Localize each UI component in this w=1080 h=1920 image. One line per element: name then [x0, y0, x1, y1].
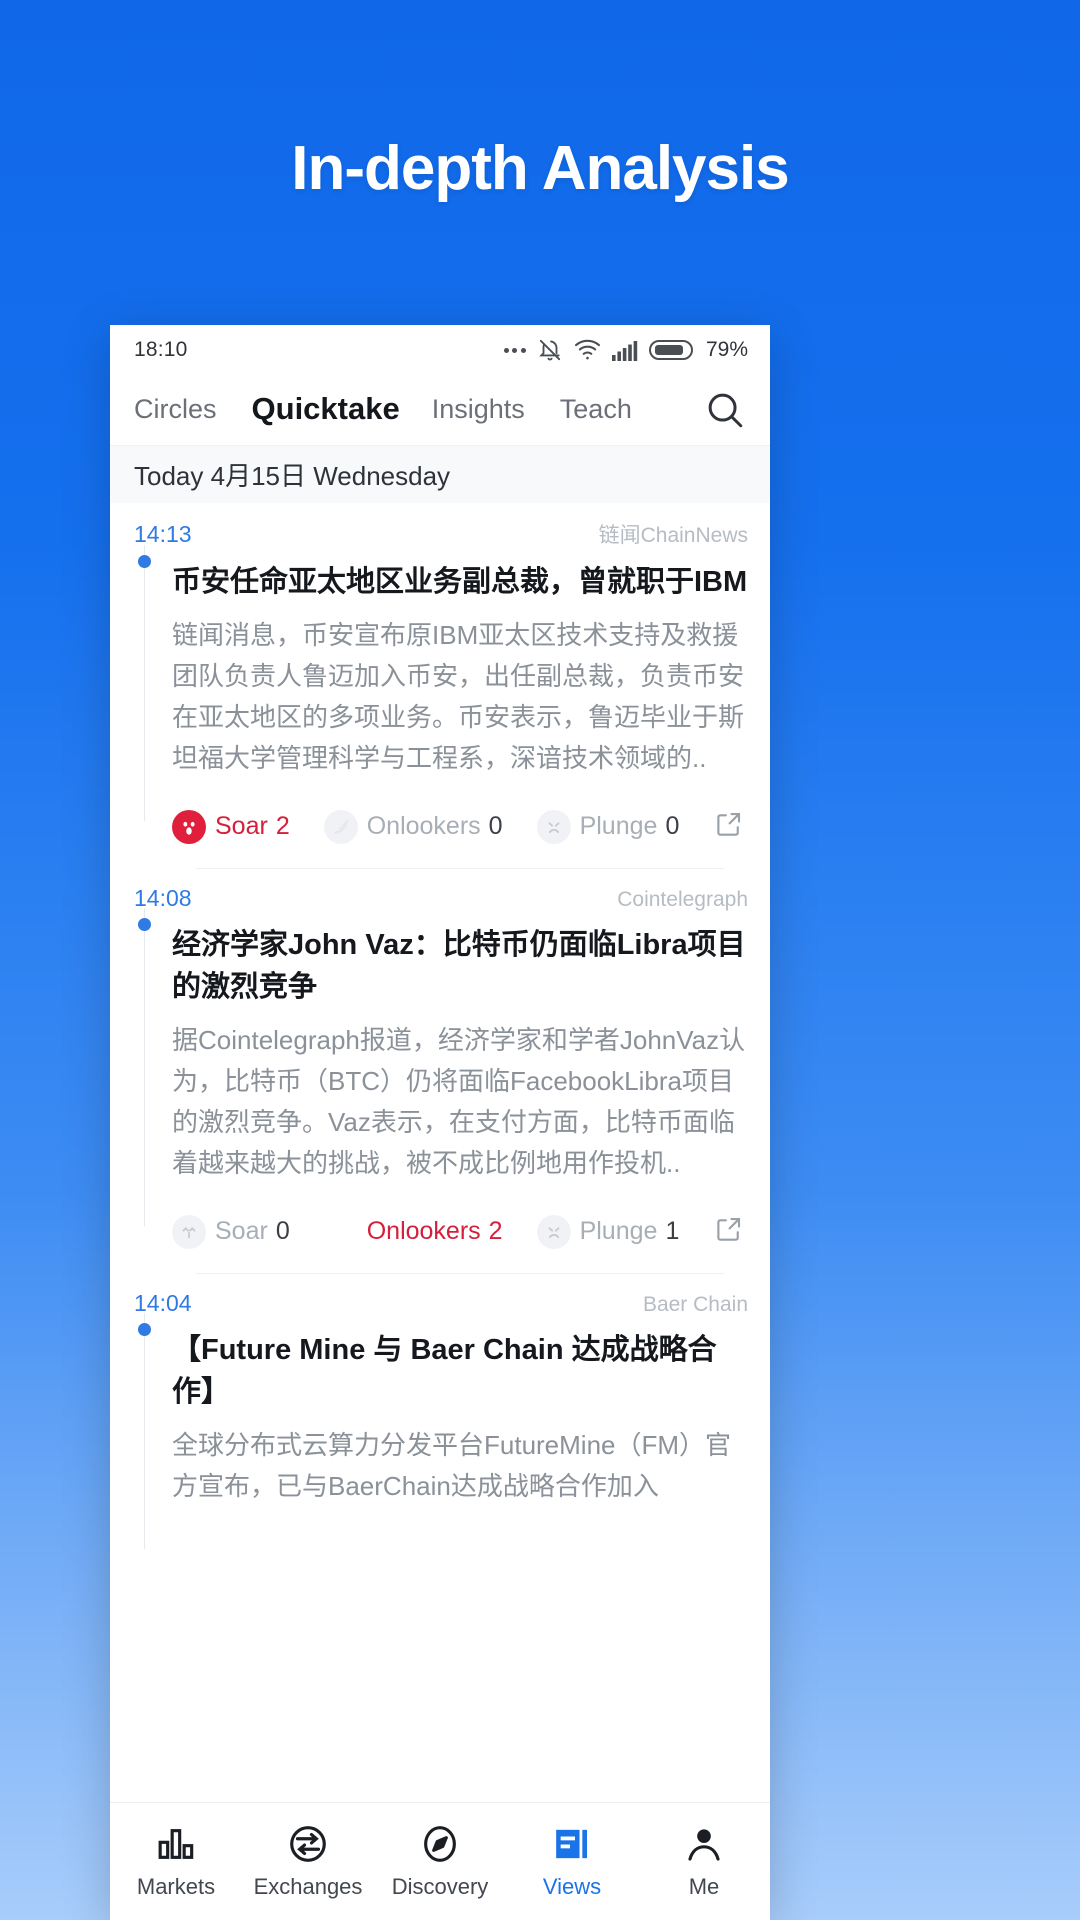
plunge-count: 0 — [665, 812, 680, 840]
reaction-soar[interactable]: Soar 0 — [172, 1214, 290, 1249]
plunge-face-icon — [536, 1214, 571, 1249]
reaction-onlookers[interactable]: Onlookers 2 — [324, 1215, 503, 1249]
soar-face-icon — [172, 809, 206, 844]
timeline-dot-icon — [138, 1323, 151, 1336]
news-item-header: 14:13 链闻ChainNews — [134, 503, 748, 549]
news-time: 14:13 — [134, 521, 192, 547]
share-icon[interactable] — [714, 1214, 748, 1249]
news-summary: 据Cointelegraph报道，经济学家和学者JohnVaz认为，比特币（BT… — [172, 1025, 746, 1178]
plunge-label: Plunge — [579, 812, 658, 840]
news-summary: 链闻消息，币安宣布原IBM亚太区技术支持及救援团队负责人鲁迈加入币安，出任副总裁… — [172, 620, 745, 773]
news-item-body: 【Future Mine 与 Baer Chain 达成战略合作】 全球分布式云… — [134, 1313, 748, 1549]
news-source: Cointelegraph — [617, 888, 748, 911]
reaction-bar: Soar 2 Onlookers 0 Plunge 0 — [134, 787, 748, 844]
watermelon-icon — [323, 809, 358, 844]
article-icon — [552, 1823, 592, 1865]
nav-item-me[interactable]: Me — [638, 1823, 770, 1900]
news-item[interactable]: 14:13 链闻ChainNews 币安任命亚太地区业务副总裁，曾就职于IBM … — [110, 503, 770, 869]
tab-quicktake[interactable]: Quicktake — [252, 391, 400, 429]
timeline-line — [144, 1313, 145, 1549]
news-item[interactable]: 14:04 Baer Chain 【Future Mine 与 Baer Cha… — [110, 1274, 770, 1549]
promo-headline: In-depth Analysis — [291, 134, 789, 203]
news-source: 链闻ChainNews — [598, 524, 748, 547]
timeline-line — [144, 545, 145, 821]
news-title[interactable]: 【Future Mine 与 Baer Chain 达成战略合作】 — [172, 1317, 748, 1413]
nav-item-discovery[interactable]: Discovery — [374, 1823, 506, 1900]
news-time: 14:08 — [134, 885, 192, 911]
bar-chart-icon — [156, 1823, 196, 1865]
nav-label-views: Views — [542, 1874, 602, 1899]
date-header-text: Today 4月15日 Wednesday — [134, 461, 451, 491]
status-bar: 18:10 79% — [110, 325, 770, 375]
news-feed: 14:13 链闻ChainNews 币安任命亚太地区业务副总裁，曾就职于IBM … — [110, 503, 770, 1549]
nav-item-exchanges[interactable]: Exchanges — [242, 1823, 374, 1900]
timeline-dot-icon — [138, 918, 151, 931]
nav-label-exchanges: Exchanges — [253, 1874, 363, 1899]
soar-count: 0 — [275, 1217, 290, 1245]
onlookers-label: Onlookers — [366, 1217, 481, 1245]
date-header: Today 4月15日 Wednesday — [110, 445, 770, 503]
news-title[interactable]: 经济学家John Vaz：比特币仍面临Libra项目的激烈竞争 — [172, 912, 748, 1008]
onlookers-label: Onlookers — [366, 812, 481, 840]
nav-label-me: Me — [688, 1874, 720, 1899]
nav-label-markets: Markets — [136, 1874, 216, 1899]
signal-bars-icon — [611, 339, 638, 361]
tab-circles[interactable]: Circles — [134, 394, 217, 427]
nav-item-views[interactable]: Views — [506, 1823, 638, 1900]
plunge-face-icon — [536, 809, 571, 844]
bottom-navigation: Markets Exchanges Discovery Views Me — [110, 1802, 770, 1920]
soar-label: Soar — [215, 812, 268, 840]
bell-muted-icon — [537, 337, 563, 363]
news-item-body: 币安任命亚太地区业务副总裁，曾就职于IBM 链闻消息，币安宣布原IBM亚太区技术… — [134, 545, 748, 821]
share-icon[interactable] — [714, 809, 748, 844]
timeline-dot-icon — [138, 555, 151, 568]
news-item-header: 14:08 Cointelegraph — [134, 869, 748, 912]
soar-count: 2 — [275, 812, 290, 840]
status-icons: 79% — [503, 337, 748, 363]
reaction-soar[interactable]: Soar 2 — [172, 809, 290, 844]
news-source: Baer Chain — [642, 1293, 748, 1316]
soar-label: Soar — [215, 1217, 268, 1245]
reaction-plunge[interactable]: Plunge 0 — [536, 809, 680, 844]
reaction-bar: Soar 0 Onlookers 2 Plunge 1 — [134, 1192, 748, 1249]
tab-teach[interactable]: Teach — [560, 394, 632, 427]
news-item[interactable]: 14:08 Cointelegraph 经济学家John Vaz：比特币仍面临L… — [110, 869, 770, 1274]
news-time: 14:04 — [134, 1290, 192, 1316]
onlookers-count: 2 — [488, 1217, 503, 1245]
plunge-count: 1 — [665, 1217, 680, 1245]
news-item-body: 经济学家John Vaz：比特币仍面临Libra项目的激烈竞争 据Cointel… — [134, 908, 748, 1226]
exchange-circle-icon — [287, 1823, 329, 1865]
battery-percent: 79% — [705, 338, 748, 361]
news-summary: 全球分布式云算力分发平台FutureMine（FM）官方宣布，已与BaerCha… — [172, 1430, 732, 1501]
watermelon-icon — [324, 1215, 358, 1249]
news-title[interactable]: 币安任命亚太地区业务副总裁，曾就职于IBM — [172, 549, 748, 603]
person-icon — [684, 1823, 724, 1865]
news-item-header: 14:04 Baer Chain — [134, 1274, 748, 1317]
soar-face-icon — [172, 1214, 206, 1249]
onlookers-count: 0 — [488, 812, 503, 840]
plunge-label: Plunge — [579, 1217, 658, 1245]
nav-label-discovery: Discovery — [391, 1874, 489, 1899]
search-icon[interactable] — [704, 385, 752, 436]
tab-insights[interactable]: Insights — [432, 394, 525, 427]
reaction-onlookers[interactable]: Onlookers 0 — [323, 809, 503, 844]
phone-screenshot-frame: 18:10 79% Circles Quicktake Insights Tea… — [110, 325, 770, 1920]
more-dots-icon — [503, 347, 526, 353]
status-time: 18:10 — [134, 338, 188, 361]
nav-item-markets[interactable]: Markets — [110, 1823, 242, 1900]
timeline-line — [144, 908, 145, 1226]
reaction-plunge[interactable]: Plunge 1 — [536, 1214, 680, 1249]
top-tab-bar: Circles Quicktake Insights Teach — [110, 375, 770, 445]
wifi-icon — [574, 338, 601, 362]
compass-icon — [419, 1823, 461, 1865]
battery-icon — [648, 338, 693, 362]
